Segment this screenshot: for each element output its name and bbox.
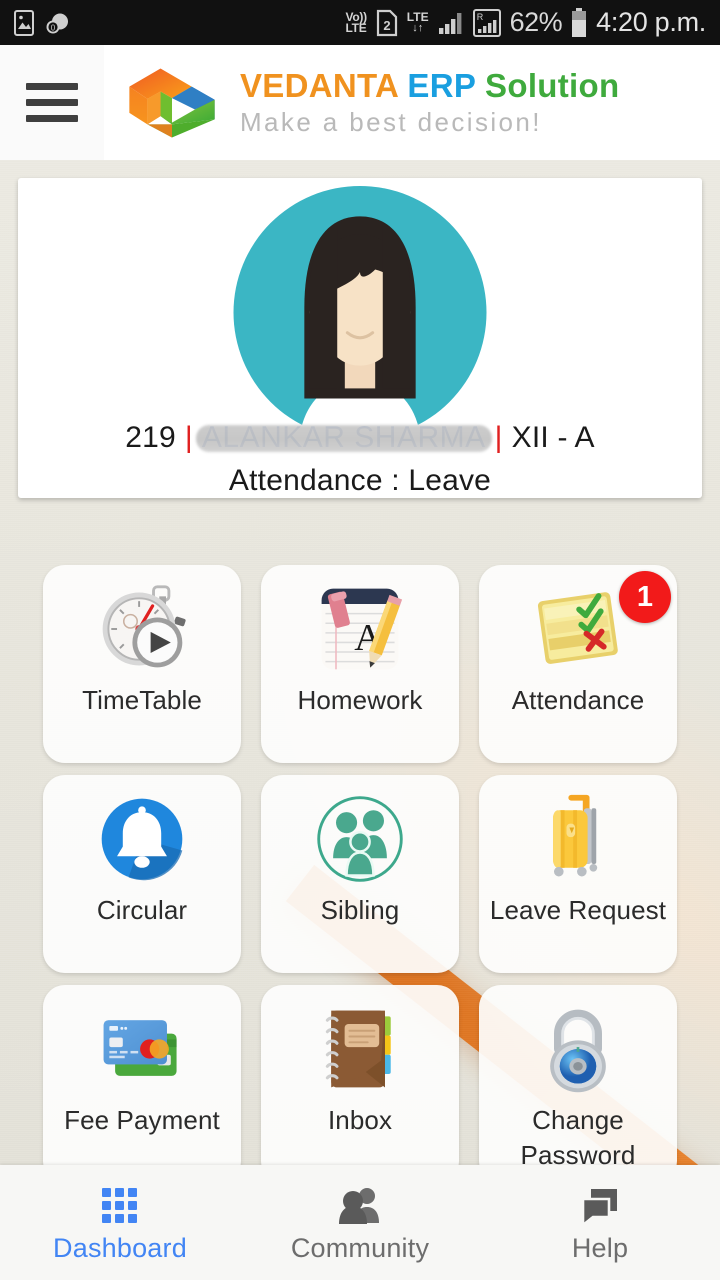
nav-item-community[interactable]: Community (240, 1165, 480, 1280)
nav-item-help[interactable]: Help (480, 1165, 720, 1280)
student-roll-number: 219 (125, 421, 176, 454)
attendance-badge-count: 1 (619, 571, 671, 623)
identity-separator: | (184, 421, 193, 454)
svg-text:2: 2 (383, 18, 390, 33)
tile-circular[interactable]: Circular (43, 775, 241, 973)
tile-label: Homework (297, 685, 423, 715)
sim-card-2-icon: 2 (376, 9, 397, 36)
tile-label: Inbox (327, 1105, 393, 1135)
tile-timetable[interactable]: TimeTable (43, 565, 241, 763)
tile-label: Sibling (320, 895, 400, 925)
app-logo: VEDANTA ERP Solution Make a best decisio… (104, 45, 720, 160)
status-bar: 0 Vo)) LTE 2 LTE ↓↑ R 62% 4:20 p.m. (0, 0, 720, 45)
app-header: VEDANTA ERP Solution Make a best decisio… (0, 45, 720, 160)
chat-icon (581, 1189, 617, 1227)
hamburger-bar (26, 83, 78, 90)
tile-fee-payment[interactable]: Fee Payment (43, 985, 241, 1183)
notebook-icon (325, 1010, 391, 1088)
status-bar-right-icons: Vo)) LTE 2 LTE ↓↑ R 62% 4:20 p.m. (346, 7, 720, 38)
student-class-section: XII - A (511, 421, 595, 454)
app-info-icon: 0 (46, 13, 68, 33)
nav-label: Help (571, 1233, 629, 1263)
svg-text:0: 0 (51, 23, 56, 32)
tile-change-password[interactable]: Change Password (479, 985, 677, 1183)
tile-inbox[interactable]: Inbox (261, 985, 459, 1183)
nav-label: Dashboard (53, 1233, 187, 1263)
logo-tagline: Make a best decision! (240, 107, 542, 137)
credit-cards-icon (103, 1020, 177, 1076)
padlock-icon (550, 1009, 606, 1093)
tile-label: Attendance (511, 685, 645, 715)
checklist-icon (537, 592, 618, 664)
people-icon (339, 1188, 379, 1224)
nav-item-dashboard[interactable]: Dashboard (0, 1165, 240, 1280)
tile-attendance[interactable]: 1 Attendance (479, 565, 677, 763)
lte-data-icon: LTE ↓↑ (406, 9, 429, 34)
attendance-status-label: Attendance : Leave (228, 464, 492, 497)
student-avatar-icon (233, 186, 487, 439)
student-name: ALANKAR SHARMA (201, 421, 486, 454)
hamburger-bar (26, 99, 78, 106)
volte-icon: Vo)) LTE (345, 9, 368, 35)
logo-title: VEDANTA ERP Solution (240, 67, 619, 105)
bottom-navigation-bar: Dashboard Community Help (0, 1165, 720, 1280)
hamburger-menu-icon[interactable] (0, 45, 104, 160)
tile-sibling[interactable]: Sibling (261, 775, 459, 973)
battery-percent-label: 62% (509, 7, 563, 37)
family-icon (317, 796, 403, 882)
svg-text:R: R (476, 12, 483, 22)
student-profile-card[interactable]: 219 | ALANKAR SHARMA | XII - A Attendanc… (18, 178, 702, 498)
tile-leave-request[interactable]: Leave Request (479, 775, 677, 973)
logo-word-erp: ERP (407, 67, 476, 104)
grid-icon (102, 1188, 137, 1223)
stopwatch-play-icon (102, 585, 186, 668)
student-identity-line: 219 | ALANKAR SHARMA | XII - A (125, 421, 595, 455)
vedanta-cube-logo-icon (129, 68, 215, 137)
tile-label: Leave Request (489, 895, 667, 925)
tile-label: Fee Payment (64, 1105, 220, 1135)
tile-label: Circular (96, 895, 188, 925)
tile-homework[interactable]: A + Homework (261, 565, 459, 763)
logo-word-vedanta: VEDANTA (240, 67, 398, 104)
clock-label: 4:20 p.m. (596, 7, 706, 37)
notepad-pencil-icon: A + (321, 588, 403, 670)
nav-label: Community (290, 1233, 430, 1263)
hamburger-bar (26, 115, 78, 122)
logo-word-solution: Solution (485, 67, 620, 104)
dashboard-tile-grid: TimeTable A + Homework (0, 565, 720, 1183)
status-bar-left-icons: 0 (0, 9, 72, 36)
signal-bars-icon (438, 12, 461, 34)
identity-separator: | (494, 421, 503, 454)
bell-icon (101, 798, 183, 881)
logo-text-block: VEDANTA ERP Solution Make a best decisio… (240, 67, 619, 138)
tile-label: TimeTable (82, 685, 202, 715)
roaming-signal-icon: R (472, 8, 501, 37)
image-icon (14, 9, 34, 36)
tile-label: Change Password (520, 1105, 636, 1171)
suitcase-icon (553, 794, 598, 877)
battery-icon (572, 7, 587, 37)
